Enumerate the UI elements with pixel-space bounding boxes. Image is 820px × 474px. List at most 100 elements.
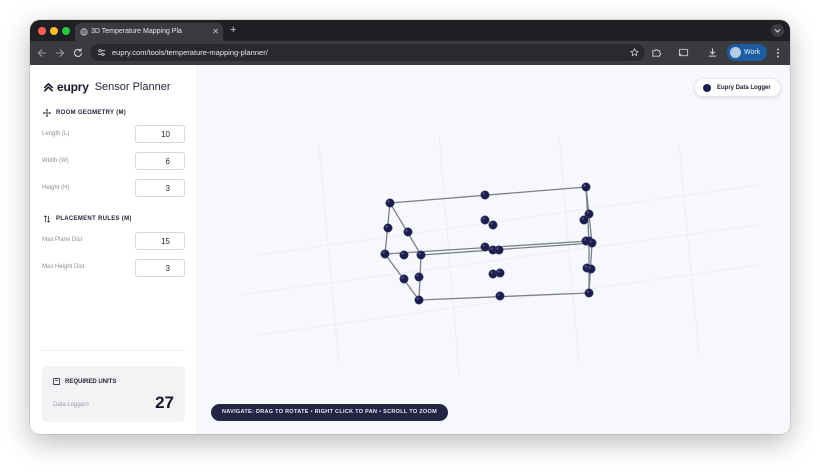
sensor-highlight [401, 252, 404, 255]
sensor-sphere[interactable] [399, 250, 409, 260]
length-input[interactable] [135, 125, 185, 143]
browser-window: 3D Temperature Mapping Pla ✕ + eupry.com… [30, 20, 790, 434]
sensor-sphere[interactable] [414, 272, 424, 282]
divider [42, 350, 185, 351]
brand: eupry Sensor Planner [43, 80, 171, 94]
tab-search-button[interactable] [771, 24, 784, 37]
max-plane-dist-label: Max Plane Dist [42, 237, 83, 243]
sensor-sphere[interactable] [480, 190, 490, 200]
sensor-highlight [584, 265, 587, 268]
new-tab-button[interactable]: + [230, 22, 236, 38]
address-bar[interactable]: eupry.com/tools/temperature-mapping-plan… [90, 44, 645, 61]
grid-line [678, 144, 700, 356]
sensor-highlight [416, 274, 419, 277]
sensor-highlight [482, 192, 485, 195]
move-arrows-icon [43, 109, 51, 117]
bookmark-star-icon[interactable] [630, 48, 639, 57]
sensor-highlight [583, 238, 586, 241]
sensor-sphere[interactable] [581, 182, 591, 192]
sensor-highlight [581, 217, 584, 220]
forward-arrow-icon[interactable] [54, 47, 66, 59]
sensor-highlight [497, 270, 500, 273]
sensor-highlight [482, 217, 485, 220]
extensions-puzzle-icon[interactable] [651, 47, 662, 58]
sensor-sphere[interactable] [495, 268, 505, 278]
sensor-sphere[interactable] [584, 288, 594, 298]
data-loggers-label: Data Loggers [53, 402, 90, 408]
required-units-title: REQUIRED UNITS [53, 378, 116, 385]
sensor-sphere[interactable] [414, 295, 424, 305]
eupry-logo-icon [43, 82, 54, 92]
profile-button[interactable]: Work [727, 44, 767, 61]
sensor-highlight [401, 276, 404, 279]
sensor-highlight [490, 222, 493, 225]
sensor-sphere[interactable] [480, 242, 490, 252]
sensor-highlight [418, 252, 421, 255]
width-input[interactable] [135, 152, 185, 170]
3d-viewport[interactable]: Eupry Data Logger NAVIGATE: DRAG TO ROTA… [199, 65, 790, 434]
room-geometry-title: ROOM GEOMETRY (M) [43, 109, 126, 117]
width-label: Width (W) [42, 158, 69, 164]
sensor-sphere[interactable] [399, 274, 409, 284]
sensor-highlight [583, 184, 586, 187]
required-units-count: 27 [155, 393, 174, 412]
grid-line [258, 264, 760, 336]
sensor-sphere[interactable] [495, 291, 505, 301]
sensor-highlight [496, 247, 499, 250]
sensor-highlight [490, 247, 493, 250]
tab-title: 3D Temperature Mapping Pla [91, 28, 182, 35]
sensor-sphere[interactable] [579, 215, 589, 225]
chevron-down-icon [774, 29, 781, 33]
room-scene[interactable] [199, 65, 790, 434]
sensor-highlight [497, 293, 500, 296]
sensor-sphere[interactable] [488, 220, 498, 230]
sensor-highlight [382, 251, 385, 254]
download-icon[interactable] [707, 47, 718, 58]
sensor-sphere[interactable] [383, 223, 393, 233]
max-plane-dist-input[interactable] [135, 232, 185, 250]
sensor-highlight [482, 244, 485, 247]
back-arrow-icon[interactable] [36, 47, 48, 59]
more-menu-icon[interactable] [774, 47, 782, 59]
close-window-button[interactable] [38, 27, 46, 35]
sensor-sphere[interactable] [480, 215, 490, 225]
sensor-highlight [490, 271, 493, 274]
sensor-sphere[interactable] [494, 245, 504, 255]
grid-line [438, 134, 460, 376]
reload-icon[interactable] [72, 47, 84, 59]
sensor-sphere[interactable] [385, 198, 395, 208]
tab-active[interactable]: 3D Temperature Mapping Pla ✕ [75, 23, 223, 41]
navigation-hint: NAVIGATE: DRAG TO ROTATE • RIGHT CLICK T… [211, 404, 448, 421]
globe-icon [80, 28, 88, 36]
maximize-window-button[interactable] [62, 27, 70, 35]
cast-icon[interactable] [678, 47, 689, 58]
sensor-sphere[interactable] [403, 227, 413, 237]
required-units-card: REQUIRED UNITS Data Loggers 27 [42, 366, 185, 422]
length-label: Length (L) [42, 131, 70, 137]
room-edge [420, 242, 593, 256]
sensor-highlight [586, 211, 589, 214]
site-settings-icon[interactable] [97, 48, 106, 57]
tab-close-icon[interactable]: ✕ [212, 23, 219, 41]
minimize-window-button[interactable] [50, 27, 58, 35]
sensor-sphere[interactable] [380, 249, 390, 259]
sensor-highlight [588, 266, 591, 269]
sensor-highlight [416, 297, 419, 300]
browser-toolbar: eupry.com/tools/temperature-mapping-plan… [30, 41, 790, 65]
page-content: eupry Sensor Planner ROOM GEOMETRY (M) L… [30, 65, 790, 434]
max-height-dist-input[interactable] [135, 259, 185, 277]
sensor-highlight [586, 290, 589, 293]
avatar [730, 47, 741, 58]
height-label: Height (H) [42, 185, 70, 191]
grid-line [238, 224, 760, 296]
sensor-sphere[interactable] [581, 236, 591, 246]
sensor-highlight [387, 200, 390, 203]
sort-arrows-icon [43, 215, 51, 223]
legend: Eupry Data Logger [694, 78, 781, 97]
height-input[interactable] [135, 179, 185, 197]
placement-rules-title: PLACEMENT RULES (M) [43, 215, 132, 223]
grid-line [318, 144, 340, 366]
sensor-sphere[interactable] [416, 250, 426, 260]
sensor-sphere[interactable] [586, 264, 596, 274]
max-height-dist-label: Max Height Dist [42, 264, 85, 270]
